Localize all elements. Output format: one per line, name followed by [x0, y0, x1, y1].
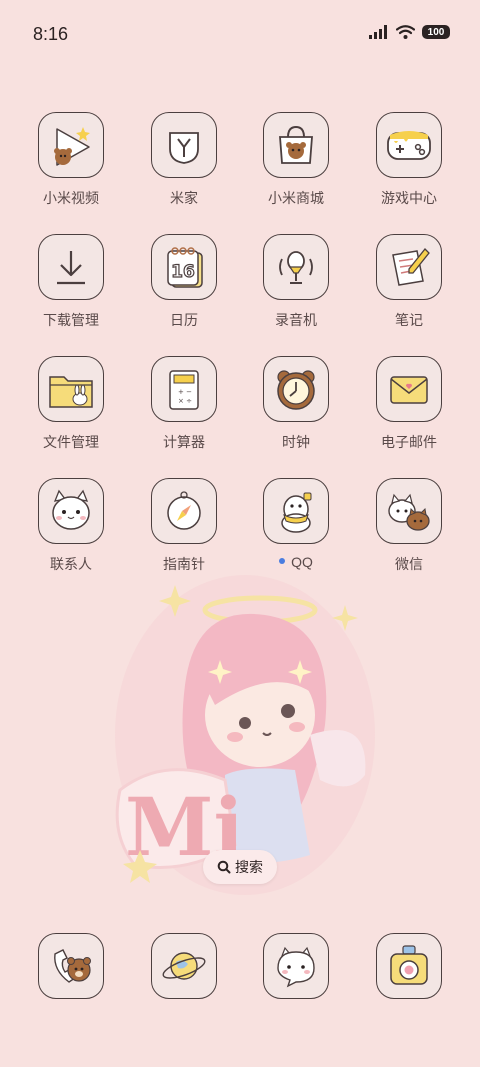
app-label: 录音机: [275, 312, 317, 328]
app-clock[interactable]: 时钟: [246, 356, 346, 452]
message-cat-icon: [277, 946, 315, 988]
search-icon: [217, 860, 231, 874]
app-label: 游戏中心: [381, 190, 437, 206]
compass-icon: [167, 491, 201, 530]
camera-icon: [390, 945, 428, 985]
note-pencil-icon: [392, 248, 430, 286]
app-qq[interactable]: QQ: [246, 478, 346, 570]
app-label: 日历: [170, 312, 198, 328]
battery-icon: 100: [422, 25, 450, 39]
status-time: 8:16: [33, 24, 69, 44]
status-bar: 8:16 100: [0, 0, 480, 68]
calendar-day: 16: [171, 262, 195, 282]
download-icon: [57, 251, 85, 285]
clock-icon: [277, 370, 315, 410]
app-compass[interactable]: 指南针: [134, 478, 234, 574]
dock-camera[interactable]: [359, 933, 459, 999]
app-label: 联系人: [50, 556, 92, 572]
app-label: 电子邮件: [381, 434, 437, 450]
app-label: 小米视频: [43, 190, 99, 206]
mail-icon: [390, 376, 428, 404]
app-email[interactable]: 电子邮件: [359, 356, 459, 452]
shop-bag-icon: [279, 125, 313, 164]
svg-text:+ −: + −: [178, 388, 192, 396]
app-xiaomi-video[interactable]: 小米视频: [21, 112, 121, 208]
app-calculator[interactable]: + − × ÷ 计算器: [134, 356, 234, 452]
browser-planet-icon: [162, 952, 206, 980]
mijia-icon: [169, 132, 199, 164]
app-label: 微信: [395, 556, 423, 572]
dock-messages[interactable]: [246, 933, 346, 999]
app-file-manager[interactable]: 文件管理: [21, 356, 121, 452]
phone-bear-icon: [54, 949, 91, 983]
app-label: 时钟: [282, 434, 310, 450]
new-install-dot: [279, 558, 286, 565]
cat-contacts-icon: [52, 489, 90, 530]
wechat-cats-icon: [388, 493, 430, 531]
app-label: 小米商城: [268, 190, 324, 206]
svg-text:× ÷: × ÷: [178, 397, 192, 405]
calendar-icon: 16: [167, 247, 203, 288]
folder-icon: [49, 376, 93, 408]
app-label: 指南针: [163, 556, 205, 572]
app-game-center[interactable]: 游戏中心: [359, 112, 459, 208]
calculator-icon: + − × ÷: [169, 370, 199, 410]
app-recorder[interactable]: 录音机: [246, 234, 346, 330]
app-label: 米家: [170, 190, 198, 206]
qq-penguin-icon: [281, 492, 312, 533]
signal-icon: [369, 25, 387, 39]
app-xiaomi-mall[interactable]: 小米商城: [246, 112, 346, 208]
app-label: 计算器: [163, 434, 205, 450]
gamepad-icon: [387, 131, 431, 160]
app-download-manager[interactable]: 下载管理: [21, 234, 121, 330]
app-label: 笔记: [395, 312, 423, 328]
video-icon: [54, 127, 90, 166]
status-icons: 100: [369, 25, 450, 39]
search-label: 搜索: [235, 859, 263, 875]
dock-browser[interactable]: [134, 933, 234, 999]
app-label: QQ: [246, 554, 346, 570]
app-label: 下载管理: [43, 312, 99, 328]
app-label: 文件管理: [43, 434, 99, 450]
search-button[interactable]: 搜索: [203, 850, 277, 884]
app-label-text: QQ: [291, 554, 313, 570]
dock-phone[interactable]: [21, 933, 121, 999]
app-contacts[interactable]: 联系人: [21, 478, 121, 574]
app-calendar[interactable]: 16 日历: [134, 234, 234, 330]
microphone-icon: [279, 251, 313, 284]
app-mijia[interactable]: 米家: [134, 112, 234, 208]
wifi-icon: [396, 25, 415, 39]
app-notes[interactable]: 笔记: [359, 234, 459, 330]
app-wechat[interactable]: 微信: [359, 478, 459, 574]
